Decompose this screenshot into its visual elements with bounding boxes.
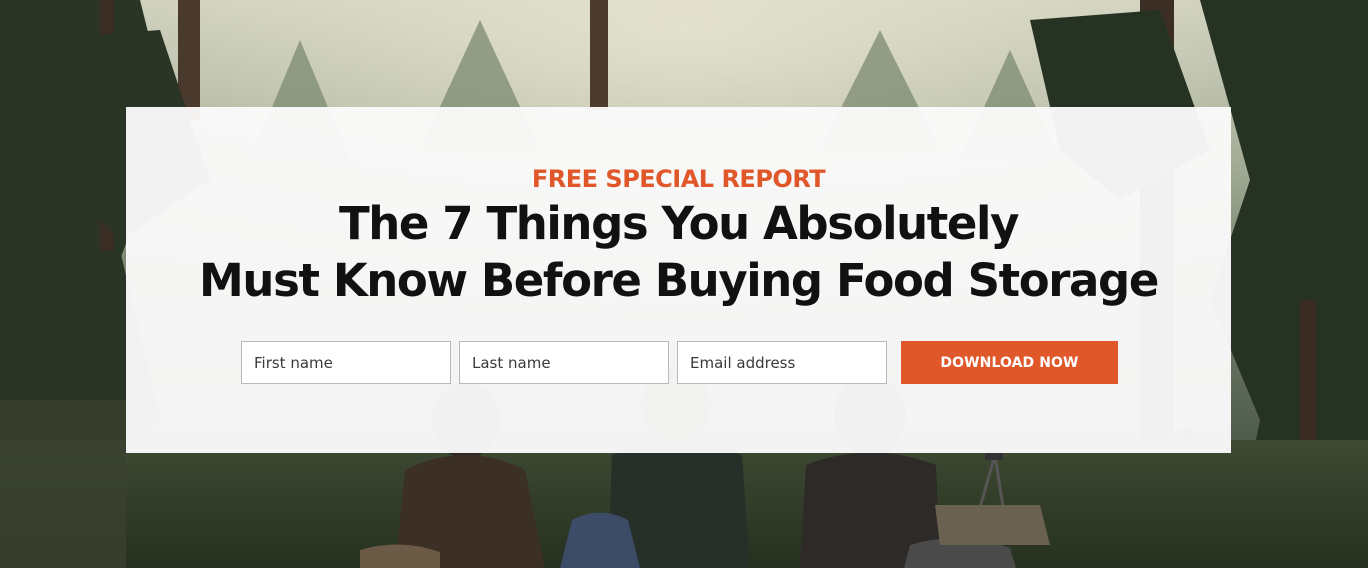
lead-capture-card: FREE SPECIAL REPORT The 7 Things You Abs… xyxy=(126,107,1231,453)
headline-line-1: The 7 Things You Absolutely xyxy=(338,197,1019,250)
download-now-button[interactable]: DOWNLOAD NOW xyxy=(901,341,1118,384)
email-field[interactable] xyxy=(677,341,887,384)
page-title: The 7 Things You Absolutely Must Know Be… xyxy=(126,195,1231,309)
first-name-field[interactable] xyxy=(241,341,451,384)
headline-line-2: Must Know Before Buying Food Storage xyxy=(199,254,1159,307)
report-eyebrow: FREE SPECIAL REPORT xyxy=(531,165,826,193)
signup-form: DOWNLOAD NOW xyxy=(241,341,1121,384)
hero-section: FREE SPECIAL REPORT The 7 Things You Abs… xyxy=(0,0,1368,568)
last-name-field[interactable] xyxy=(459,341,669,384)
